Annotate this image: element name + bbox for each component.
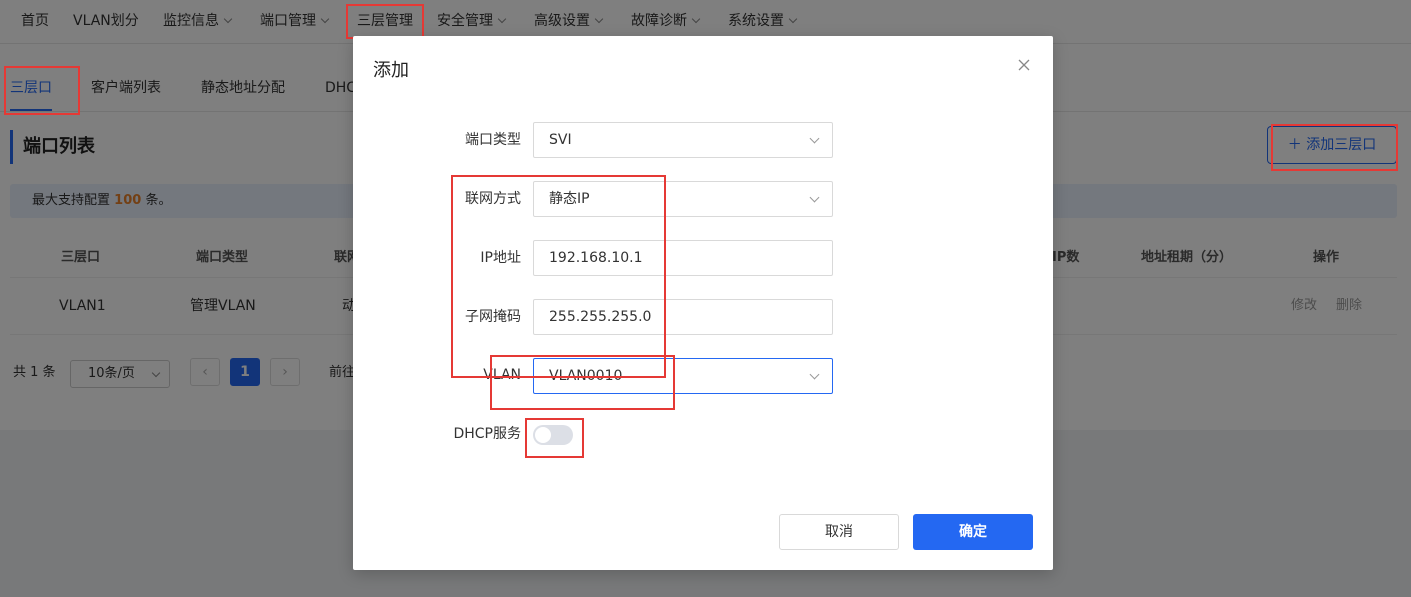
- toggle-knob: [535, 427, 551, 443]
- vlan-select[interactable]: VLAN0010: [533, 358, 833, 394]
- chevron-down-icon: [809, 369, 820, 380]
- port-type-select[interactable]: SVI: [533, 122, 833, 158]
- chevron-down-icon: [809, 133, 820, 144]
- chevron-down-icon: [809, 192, 820, 203]
- port-type-label: 端口类型: [465, 132, 521, 148]
- ip-address-label: IP地址: [480, 250, 521, 266]
- net-mode-select[interactable]: 静态IP: [533, 181, 833, 217]
- subnet-mask-input[interactable]: 255.255.255.0: [533, 299, 833, 335]
- cancel-button[interactable]: 取消: [779, 514, 899, 550]
- subnet-mask-label: 子网掩码: [465, 309, 521, 325]
- ip-address-input[interactable]: 192.168.10.1: [533, 240, 833, 276]
- dhcp-service-label: DHCP服务: [453, 426, 521, 442]
- dhcp-service-toggle[interactable]: [533, 425, 573, 445]
- vlan-label: VLAN: [483, 367, 521, 383]
- net-mode-label: 联网方式: [465, 191, 521, 207]
- close-icon[interactable]: [1013, 54, 1035, 76]
- add-dialog: 添加 端口类型 SVI 联网方式 静态IP IP地址 192.168.10.1 …: [353, 36, 1053, 570]
- confirm-button[interactable]: 确定: [913, 514, 1033, 550]
- dialog-title: 添加: [373, 60, 409, 81]
